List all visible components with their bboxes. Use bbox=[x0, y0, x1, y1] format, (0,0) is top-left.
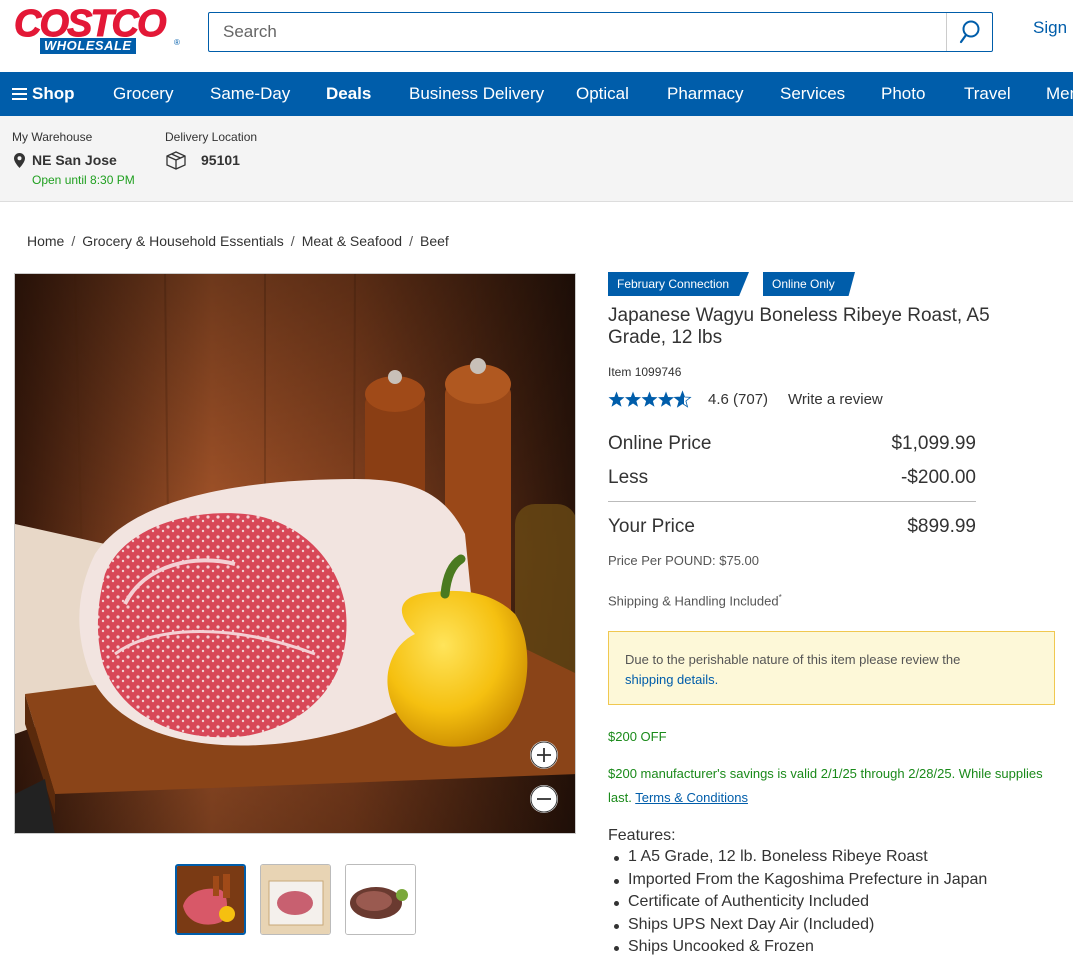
promo-details: $200 manufacturer's savings is valid 2/1… bbox=[608, 762, 1048, 810]
nav-item-grocery[interactable]: Grocery bbox=[113, 84, 173, 104]
star-rating[interactable] bbox=[608, 390, 692, 408]
discount-row: Less -$200.00 bbox=[608, 467, 976, 489]
product-image[interactable] bbox=[14, 273, 576, 834]
delivery-zip[interactable]: 95101 bbox=[201, 152, 240, 168]
nav-item-travel[interactable]: Travel bbox=[964, 84, 1011, 104]
shipping-text: Shipping & Handling Included bbox=[608, 593, 779, 609]
perishable-notice: Due to the perishable nature of this ite… bbox=[608, 631, 1055, 705]
wagyu-roast-photo bbox=[15, 274, 575, 833]
logo-subtitle: WHOLESALE bbox=[40, 38, 136, 54]
sign-in-link[interactable]: Sign In bbox=[1033, 18, 1073, 38]
less-label: Less bbox=[608, 467, 649, 488]
search-input[interactable] bbox=[209, 13, 946, 51]
item-number: Item 1099746 bbox=[608, 365, 681, 379]
nav-item-same-day[interactable]: Same-Day bbox=[210, 84, 290, 104]
warehouse-name[interactable]: NE San Jose bbox=[32, 152, 117, 168]
breadcrumb-meat-seafood[interactable]: Meat & Seafood bbox=[302, 233, 402, 249]
thumbnail-image bbox=[346, 865, 415, 934]
discount-label: $200 OFF bbox=[608, 729, 667, 744]
online-price-row: Online Price $1,099.99 bbox=[608, 433, 976, 455]
shipping-included: Shipping & Handling Included* bbox=[608, 593, 782, 608]
thumbnail-3[interactable] bbox=[345, 864, 416, 935]
site-header: COSTCO WHOLESALE ® Sign In bbox=[0, 0, 1073, 72]
package-icon bbox=[166, 151, 186, 170]
nav-item-photo[interactable]: Photo bbox=[881, 84, 925, 104]
features-heading: Features: bbox=[608, 827, 676, 844]
write-review-link[interactable]: Write a review bbox=[788, 391, 883, 408]
search-button[interactable] bbox=[946, 13, 992, 51]
feature-item: Ships UPS Next Day Air (Included) bbox=[612, 914, 987, 937]
breadcrumb-separator: / bbox=[409, 233, 413, 249]
nav-item-business-delivery[interactable]: Business Delivery bbox=[409, 84, 544, 104]
your-price-value: $899.99 bbox=[907, 516, 976, 537]
shipping-footnote-mark: * bbox=[778, 593, 782, 602]
your-price-row: Your Price $899.99 bbox=[608, 516, 976, 538]
price-per-pound: Price Per POUND: $75.00 bbox=[608, 553, 760, 568]
rating-summary[interactable]: 4.6 (707) bbox=[708, 391, 768, 408]
breadcrumb-beef[interactable]: Beef bbox=[420, 233, 449, 249]
your-price-label: Your Price bbox=[608, 516, 695, 537]
badge-online-only: Online Only bbox=[763, 272, 855, 296]
delivery-label: Delivery Location bbox=[165, 130, 258, 144]
nav-item-deals[interactable]: Deals bbox=[326, 84, 371, 104]
thumbnail-image bbox=[177, 866, 244, 933]
badge-february-connection: February Connection bbox=[608, 272, 749, 296]
search-icon bbox=[959, 20, 979, 44]
search-bar bbox=[208, 12, 993, 52]
breadcrumb-home[interactable]: Home bbox=[27, 233, 64, 249]
rating-value: 4.6 bbox=[708, 391, 729, 408]
registered-mark: ® bbox=[174, 38, 180, 47]
review-count: (707) bbox=[733, 391, 769, 408]
zoom-out-button[interactable] bbox=[530, 785, 558, 813]
map-pin-icon bbox=[14, 153, 25, 168]
nav-item-optical[interactable]: Optical bbox=[576, 84, 629, 104]
features-list: 1 A5 Grade, 12 lb. Boneless Ribeye Roast… bbox=[612, 846, 987, 959]
nav-item-membership[interactable]: Membership bbox=[1046, 84, 1073, 104]
zoom-in-button[interactable] bbox=[530, 741, 558, 769]
nav-item-pharmacy[interactable]: Pharmacy bbox=[667, 84, 744, 104]
hamburger-icon bbox=[12, 88, 27, 100]
shipping-details-link[interactable]: shipping details. bbox=[625, 672, 718, 687]
breadcrumb-separator: / bbox=[71, 233, 76, 249]
costco-logo[interactable]: COSTCO WHOLESALE ® bbox=[14, 4, 182, 54]
nav-shop-menu[interactable]: Shop bbox=[12, 84, 75, 104]
location-bar: My Warehouse NE San Jose Open until 8:30… bbox=[0, 116, 1073, 202]
minus-icon bbox=[530, 785, 558, 813]
breadcrumb-separator: / bbox=[290, 233, 295, 249]
product-title: Japanese Wagyu Boneless Ribeye Roast, A5… bbox=[608, 305, 990, 348]
nav-item-services[interactable]: Services bbox=[780, 84, 845, 104]
item-number-value: 1099746 bbox=[634, 365, 682, 379]
less-amount: -$200.00 bbox=[900, 467, 976, 488]
item-label: Item bbox=[608, 365, 632, 379]
online-price-value: $1,099.99 bbox=[891, 433, 976, 454]
warehouse-hours: Open until 8:30 PM bbox=[32, 173, 135, 187]
nav-shop-label: Shop bbox=[32, 84, 75, 103]
thumbnail-image bbox=[261, 865, 330, 934]
main-nav: Shop Grocery Same-Day Deals Business Del… bbox=[0, 72, 1073, 116]
warehouse-label: My Warehouse bbox=[12, 130, 93, 144]
online-price-label: Online Price bbox=[608, 433, 712, 454]
feature-item: Certificate of Authenticity Included bbox=[612, 891, 987, 914]
breadcrumb-grocery[interactable]: Grocery & Household Essentials bbox=[82, 233, 284, 249]
thumbnail-1[interactable] bbox=[175, 864, 246, 935]
feature-item: Ships Uncooked & Frozen bbox=[612, 936, 987, 959]
price-divider bbox=[608, 501, 976, 502]
breadcrumb: Home / Grocery & Household Essentials / Meat… bbox=[27, 233, 449, 249]
plus-icon bbox=[530, 741, 558, 769]
feature-item: Imported From the Kagoshima Prefecture i… bbox=[612, 869, 987, 892]
feature-item: 1 A5 Grade, 12 lb. Boneless Ribeye Roast bbox=[612, 846, 987, 869]
terms-conditions-link[interactable]: Terms & Conditions bbox=[635, 790, 748, 805]
notice-text: Due to the perishable nature of this ite… bbox=[625, 652, 961, 667]
thumbnail-2[interactable] bbox=[260, 864, 331, 935]
